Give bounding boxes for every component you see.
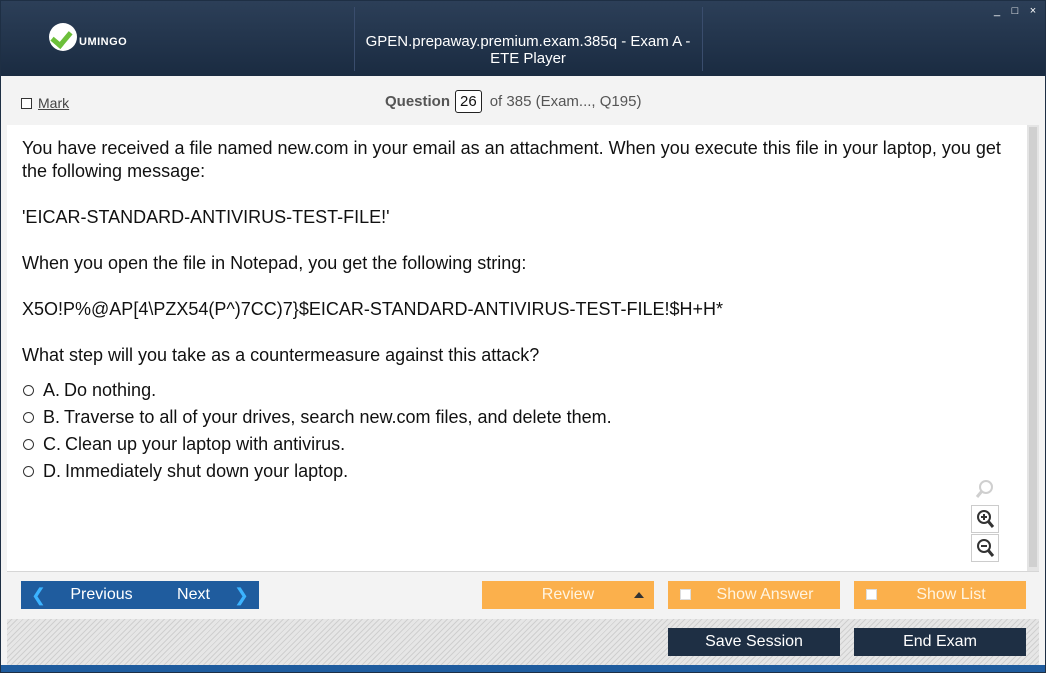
question-header: Mark Question 26 of 385 (Exam..., Q195) [7,79,1039,125]
previous-label: Previous [70,586,133,603]
answer-option-d[interactable]: D. Immediately shut down your laptop. [22,460,1012,483]
maximize-button[interactable]: □ [1009,5,1021,17]
option-letter: C. [43,434,61,454]
answer-option-c[interactable]: C. Clean up your laptop with antivirus. [22,433,1012,456]
show-list-checkbox[interactable] [866,589,877,600]
mark-checkbox-box[interactable] [21,97,32,109]
answer-option-a[interactable]: A. Do nothing. [22,379,1012,402]
chevron-right-icon: ❯ [233,584,249,605]
window-title: GPEN.prepaway.premium.exam.385q - Exam A… [365,33,691,67]
option-text: Immediately shut down your laptop. [65,461,349,481]
scrollbar-thumb[interactable] [1029,127,1037,567]
review-button[interactable]: Review [482,581,654,609]
question-prompt: What step will you take as a countermeas… [22,345,540,365]
mark-checkbox[interactable]: Mark [21,95,69,111]
answer-option-b[interactable]: B. Traverse to all of your drives, searc… [22,406,1012,429]
question-of-text: of 385 (Exam..., Q195) [489,93,642,110]
next-button[interactable]: Next ❯ [144,581,259,609]
mark-label[interactable]: Mark [38,95,69,111]
question-word: Question [385,93,451,110]
question-paragraph: You have received a file named new.com i… [22,138,1001,181]
question-content: You have received a file named new.com i… [7,125,1027,571]
show-answer-label: Show Answer [716,586,814,603]
logo-text: UMINGO [79,36,128,48]
title-bar: UMINGO GPEN.prepaway.premium.exam.385q -… [1,1,1045,76]
show-answer-button[interactable]: Show Answer [668,581,840,609]
chevron-left-icon: ❮ [31,584,47,605]
check-logo-icon [49,23,77,51]
ete-player-window: UMINGO GPEN.prepaway.premium.exam.385q -… [0,0,1046,673]
option-text: Do nothing. [64,380,157,400]
question-paragraph: When you open the file in Notepad, you g… [22,253,527,273]
title-separator [702,7,703,71]
save-session-button[interactable]: Save Session [668,628,840,656]
caret-up-icon [634,592,644,598]
option-b-radio[interactable] [23,412,34,423]
option-d-radio[interactable] [23,466,34,477]
end-exam-button[interactable]: End Exam [854,628,1026,656]
magnifier-icon [971,475,999,503]
vumingo-logo: UMINGO [49,23,127,51]
bottom-accent-line [1,665,1045,672]
zoom-out-icon[interactable] [971,534,999,562]
review-label: Review [541,586,595,603]
close-button[interactable]: × [1027,5,1039,17]
option-text: Traverse to all of your drives, search n… [64,407,612,427]
next-label: Next [177,586,210,603]
option-c-radio[interactable] [23,439,34,450]
vertical-scrollbar[interactable] [1027,125,1039,571]
option-letter: A. [43,380,61,400]
show-list-label: Show List [916,586,986,603]
navigation-bar: ❮ Previous Next ❯ Review Show Answer Sho… [7,571,1039,619]
window-controls: _ □ × [991,5,1039,17]
option-text: Clean up your laptop with antivirus. [65,434,346,454]
show-list-button[interactable]: Show List [854,581,1026,609]
option-a-radio[interactable] [23,385,34,396]
question-number-input[interactable]: 26 [455,90,482,113]
footer-bar: Save Session End Exam [7,619,1039,665]
question-indicator: Question 26 of 385 (Exam..., Q195) [385,90,641,113]
option-letter: D. [43,461,61,481]
question-paragraph: 'EICAR-STANDARD-ANTIVIRUS-TEST-FILE!' [22,207,390,227]
zoom-in-icon[interactable] [971,505,999,533]
show-answer-checkbox[interactable] [680,589,691,600]
option-letter: B. [43,407,61,427]
question-paragraph: X5O!P%@AP[4\PZX54(P^)7CC)7}$EICAR-STANDA… [22,299,724,319]
minimize-button[interactable]: _ [991,5,1003,17]
